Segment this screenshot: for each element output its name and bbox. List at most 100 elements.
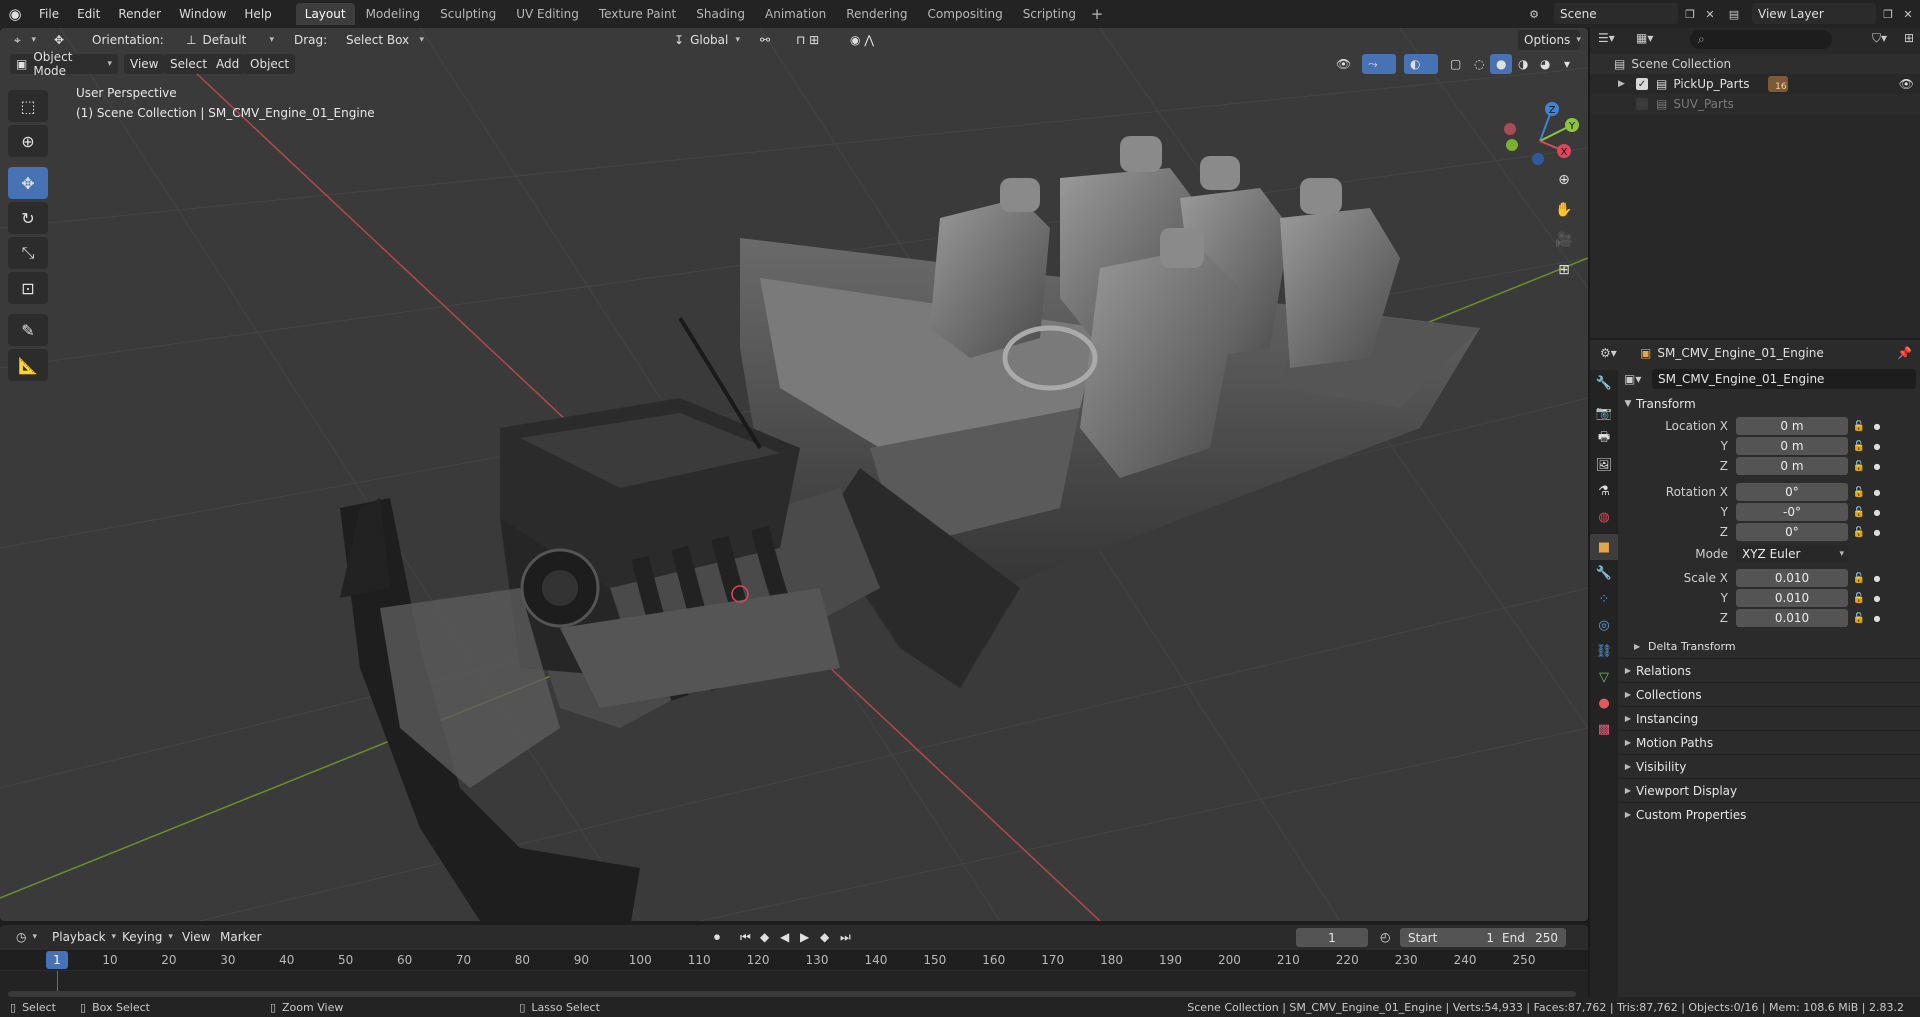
data-tab-icon[interactable]: ▽ <box>1590 664 1618 690</box>
tab-compositing[interactable]: Compositing <box>918 3 1011 25</box>
shading-rendered-icon[interactable]: ◕ <box>1534 54 1556 74</box>
view-layer-tab-icon[interactable]: 🖼 <box>1590 452 1618 478</box>
suv-parts-checkbox[interactable] <box>1636 98 1648 110</box>
location-y-field[interactable]: 0 m <box>1736 437 1848 455</box>
scale-x-field[interactable]: 0.010 <box>1736 569 1848 587</box>
3d-viewport[interactable]: ⌖ ▾ ✥ Orientation: ⊥ Default ▾ Drag: Select… <box>0 28 1588 921</box>
outliner-search-input[interactable]: ⌕ <box>1690 30 1832 49</box>
menu-file[interactable]: File <box>30 0 68 28</box>
menu-window[interactable]: Window <box>170 0 235 28</box>
new-scene-icon[interactable]: ❐ <box>1680 4 1700 24</box>
properties-editor-type-icon[interactable]: ⚙▾ <box>1600 346 1630 360</box>
prev-keyframe-icon[interactable]: ◆ <box>754 927 776 947</box>
keyframe-dot-icon[interactable]: ● <box>1870 574 1884 583</box>
end-frame-field[interactable]: End 250 <box>1494 928 1566 947</box>
texture-tab-icon[interactable]: ▩ <box>1590 716 1618 742</box>
panel-instancing[interactable]: ▶ Instancing <box>1620 706 1920 730</box>
transform-orientation-dropdown[interactable]: ↧ Global ▾ <box>668 30 746 50</box>
keyframe-dot-icon[interactable]: ● <box>1870 614 1884 623</box>
delete-scene-icon[interactable]: ✕ <box>1700 4 1720 24</box>
menu-render[interactable]: Render <box>109 0 170 28</box>
constraints-tab-icon[interactable]: ⛓ <box>1590 638 1618 664</box>
transform-panel-header[interactable]: ▼ Transform <box>1620 392 1920 416</box>
object-name-field[interactable]: SM_CMV_Engine_01_Engine <box>1652 369 1916 389</box>
object-data-icon[interactable]: ▣▾ <box>1624 372 1652 386</box>
viewport-menu-add[interactable]: Add <box>210 54 246 74</box>
move-tool-icon[interactable]: ✥ <box>8 167 48 199</box>
transform-tool-icon[interactable]: ⊡ <box>8 272 48 304</box>
drag-dropdown[interactable]: Select Box ▾ <box>340 30 430 50</box>
material-tab-icon[interactable]: ● <box>1590 690 1618 716</box>
cursor-tool-icon[interactable]: ⊕ <box>8 125 48 157</box>
editor-type-icon[interactable]: ⌖ ▾ <box>8 30 42 50</box>
transform-gizmo-icon[interactable]: ✥ <box>48 30 72 50</box>
pivot-point-icon[interactable]: ⚯ <box>754 30 782 50</box>
scale-y-field[interactable]: 0.010 <box>1736 589 1848 607</box>
lock-icon[interactable]: 🔓 <box>1848 507 1870 518</box>
jump-start-icon[interactable]: ⏮ <box>734 927 756 947</box>
scene-selector[interactable]: Scene <box>1554 3 1678 24</box>
location-x-field[interactable]: 0 m <box>1736 417 1848 435</box>
viewport-menu-object[interactable]: Object <box>244 54 296 74</box>
tab-sculpting[interactable]: Sculpting <box>431 3 505 25</box>
gizmo-toggle-icon[interactable]: ⤳ <box>1362 54 1396 74</box>
timeline-editor-type-icon[interactable]: ◷ ▾ <box>10 927 40 947</box>
timeline-menu-keying[interactable]: Keying ▾ <box>116 927 173 947</box>
outliner-item-suv-parts[interactable]: ▤ SUV_Parts <box>1590 94 1920 114</box>
expand-arrow-icon[interactable]: ▶ <box>1618 79 1630 89</box>
lock-icon[interactable]: 🔓 <box>1848 593 1870 604</box>
outliner-scene-collection[interactable]: ▤ Scene Collection <box>1590 54 1920 74</box>
menu-help[interactable]: Help <box>235 0 280 28</box>
keyframe-dot-icon[interactable]: ● <box>1870 594 1884 603</box>
play-icon[interactable]: ▶ <box>794 927 816 947</box>
lock-icon[interactable]: 🔓 <box>1848 527 1870 538</box>
blender-logo-icon[interactable]: ◉ <box>0 0 30 28</box>
orientation-dropdown[interactable]: ⊥ Default ▾ <box>180 30 280 50</box>
tab-scripting[interactable]: Scripting <box>1014 3 1085 25</box>
tab-shading[interactable]: Shading <box>687 3 754 25</box>
tab-texture-paint[interactable]: Texture Paint <box>590 3 685 25</box>
filter-icon[interactable]: ⛉▾ <box>1872 31 1904 49</box>
new-view-layer-icon[interactable]: ❐ <box>1878 4 1898 24</box>
modifier-tab-icon[interactable]: 🔧 <box>1590 560 1618 586</box>
panel-relations[interactable]: ▶ Relations <box>1620 658 1920 682</box>
world-tab-icon[interactable]: ◍ <box>1590 504 1618 530</box>
scene-tab-icon[interactable]: ⚗ <box>1590 478 1618 504</box>
timeline-menu-playback[interactable]: Playback ▾ <box>46 927 116 947</box>
add-workspace-icon[interactable]: + <box>1086 5 1108 23</box>
next-keyframe-icon[interactable]: ◆ <box>814 927 836 947</box>
physics-tab-icon[interactable]: ◎ <box>1590 612 1618 638</box>
lock-icon[interactable]: 🔓 <box>1848 613 1870 624</box>
current-frame-field[interactable]: 1 <box>1296 928 1368 947</box>
scene-icon[interactable]: ⚙ <box>1524 4 1544 24</box>
visibility-eye-icon[interactable]: 👁 <box>1899 77 1914 91</box>
view-layer-selector[interactable]: View Layer <box>1752 3 1876 24</box>
rotation-x-field[interactable]: 0° <box>1736 483 1848 501</box>
jump-end-icon[interactable]: ⏭ <box>834 927 856 947</box>
timeline-menu-view[interactable]: View <box>176 927 216 947</box>
outliner-editor-type-icon[interactable]: ☰▾ <box>1598 31 1630 49</box>
current-frame-indicator[interactable]: 1 <box>46 951 68 969</box>
navigation-gizmo[interactable]: Z Y X <box>1500 93 1580 173</box>
ortho-grid-icon[interactable]: ⊞ <box>1550 256 1578 284</box>
proportional-editing-icon[interactable]: ◉ ⋀ <box>844 30 896 50</box>
output-tab-icon[interactable]: 🖶 <box>1590 426 1618 452</box>
visibility-selectability-icon[interactable]: 👁 <box>1330 54 1358 74</box>
render-tab-icon[interactable]: 📷 <box>1590 400 1618 426</box>
start-frame-field[interactable]: Start 1 <box>1400 928 1502 947</box>
viewport-menu-view[interactable]: View <box>124 54 165 74</box>
delta-transform-panel[interactable]: ▶ Delta Transform <box>1620 634 1920 658</box>
timeline-ruler[interactable]: 10 20 30 40 50 60 70 80 90 100 110 120 130 140 150 160 1… <box>0 950 1588 970</box>
mode-dropdown[interactable]: ▣ Object Mode ▾ <box>10 50 118 78</box>
keyframe-dot-icon[interactable]: ● <box>1870 488 1884 497</box>
viewport-menu-select[interactable]: Select <box>164 54 214 74</box>
record-icon[interactable]: ⏺ <box>708 927 730 947</box>
rotation-mode-dropdown[interactable]: XYZ Euler ▾ <box>1736 545 1848 563</box>
panel-viewport-display[interactable]: ▶ Viewport Display <box>1620 778 1920 802</box>
menu-edit[interactable]: Edit <box>68 0 109 28</box>
lock-icon[interactable]: 🔓 <box>1848 461 1870 472</box>
select-box-tool-icon[interactable]: ⬚ <box>8 90 48 122</box>
location-z-field[interactable]: 0 m <box>1736 457 1848 475</box>
lock-icon[interactable]: 🔓 <box>1848 573 1870 584</box>
pickup-parts-checkbox[interactable]: ✓ <box>1636 78 1648 90</box>
